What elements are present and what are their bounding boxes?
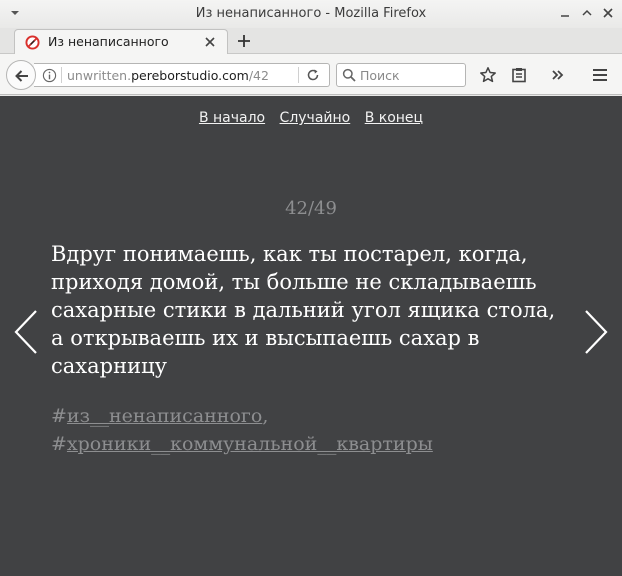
chevron-left-icon[interactable] [12,308,40,356]
tag-link[interactable]: хроники__коммунальной__квартиры [67,433,433,455]
hamburger-icon[interactable] [591,66,609,84]
close-icon[interactable] [602,7,614,19]
back-button[interactable] [6,60,36,90]
tag-hash: # [51,405,67,427]
link-start[interactable]: В начало [199,110,265,126]
back-arrow-icon [15,70,28,82]
star-icon[interactable] [479,66,497,84]
minimize-icon[interactable] [559,7,571,19]
link-end[interactable]: В конец [365,110,423,126]
tag-separator: , [262,405,269,427]
clipboard-icon[interactable] [510,66,528,84]
double-chevron-icon[interactable] [549,66,567,84]
info-icon[interactable] [42,68,57,83]
tab-active[interactable]: Из ненаписанного [14,29,228,55]
tag-link[interactable]: из__ненаписанного [67,405,262,427]
link-random[interactable]: Случайно [280,110,351,126]
search-box[interactable] [336,63,466,87]
story-counter: 42/49 [285,198,337,219]
url-path: /42 [248,68,269,83]
url-host: pereborstudio.com [131,68,249,83]
navigation-toolbar: unwritten.pereborstudio.com/42 [0,54,622,95]
url-bar[interactable]: unwritten.pereborstudio.com/42 [34,63,330,87]
page-content: В начало Случайно В конец 42/49 Вдруг по… [0,96,622,576]
window-titlebar: Из ненаписанного - Mozilla Firefox [0,0,622,28]
tab-label: Из ненаписанного [48,34,169,49]
maximize-icon[interactable] [581,7,593,19]
tab-strip: Из ненаписанного [0,28,622,55]
tag-list: #из__ненаписанного, #хроники__коммунальн… [51,402,571,458]
search-icon [342,68,356,82]
search-input[interactable] [360,66,460,84]
window-title: Из ненаписанного - Mozilla Firefox [195,6,427,21]
story-navigation: В начало Случайно В конец [0,110,622,126]
url-prefix: unwritten. [67,68,132,83]
url-separator [298,67,299,83]
tag-hash: # [51,433,67,455]
reload-icon[interactable] [306,68,320,82]
no-pen-icon [25,35,40,50]
new-tab-icon[interactable] [235,32,253,50]
tag-item: #хроники__коммунальной__квартиры [51,430,571,458]
tag-item: #из__ненаписанного, [51,402,571,430]
close-icon[interactable] [204,36,216,48]
chevron-right-icon[interactable] [582,308,610,356]
url-separator [61,67,62,83]
story-text: Вдруг понимаешь, как ты постарел, когда,… [51,242,556,378]
url-text[interactable]: unwritten.pereborstudio.com/42 [67,68,269,83]
